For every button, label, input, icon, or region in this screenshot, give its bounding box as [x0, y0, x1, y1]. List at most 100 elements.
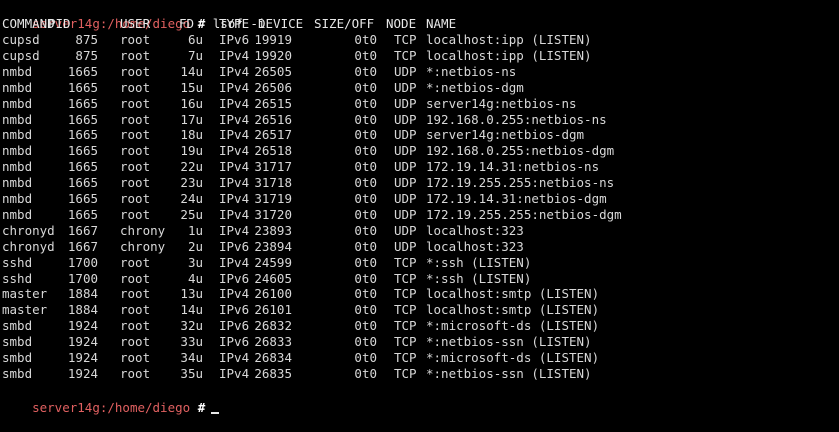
- cell-fd: 25u: [180, 206, 203, 222]
- cell-user: root: [120, 206, 151, 222]
- cell-user: root: [120, 95, 151, 111]
- cell-fd: 14u: [180, 302, 203, 318]
- cell-user: root: [120, 365, 151, 381]
- cell-type: IPv6: [219, 270, 250, 286]
- header-fd: FD: [179, 16, 195, 31]
- cell-type: IPv4: [219, 350, 250, 365]
- cell-pid: 1924: [67, 350, 98, 365]
- cell-device: 26835: [254, 365, 292, 381]
- cell-pid: 1700: [67, 270, 98, 286]
- cell-name: localhost:ipp (LISTEN): [426, 32, 592, 47]
- cell-size-off: 0t0: [354, 318, 377, 334]
- cell-user: root: [120, 318, 151, 334]
- cell-node: TCP: [394, 32, 417, 47]
- cell-type: IPv4: [219, 222, 250, 238]
- cell-device: 31718: [254, 175, 292, 191]
- cell-command: smbd: [2, 318, 33, 334]
- cell-type: IPv4: [219, 254, 250, 270]
- cell-type: IPv6: [219, 318, 250, 334]
- cell-pid: 1665: [67, 191, 98, 206]
- cell-fd: 17u: [180, 111, 203, 127]
- cell-type: IPv6: [219, 32, 250, 47]
- cell-pid: 1924: [67, 334, 98, 350]
- cell-name: 172.19.14.31:netbios-dgm: [426, 191, 607, 206]
- cell-fd: 13u: [180, 286, 203, 302]
- cell-size-off: 0t0: [354, 111, 377, 127]
- cell-node: TCP: [394, 350, 417, 365]
- cell-type: IPv4: [219, 206, 250, 222]
- cell-size-off: 0t0: [354, 63, 377, 79]
- cell-node: UDP: [394, 159, 417, 175]
- cell-command: sshd: [2, 270, 33, 286]
- cell-node: UDP: [394, 143, 417, 159]
- cell-name: *:microsoft-ds (LISTEN): [426, 318, 600, 334]
- cell-size-off: 0t0: [354, 222, 377, 238]
- cell-node: TCP: [394, 365, 417, 381]
- cell-device: 26518: [254, 143, 292, 159]
- cell-command: sshd: [2, 254, 33, 270]
- cell-user: root: [120, 127, 151, 143]
- cell-node: UDP: [394, 79, 417, 95]
- cell-fd: 16u: [180, 95, 203, 111]
- prompt-symbol: #: [197, 16, 206, 31]
- cell-command: nmbd: [2, 175, 33, 191]
- cell-type: IPv4: [219, 175, 250, 191]
- cell-fd: 32u: [180, 318, 203, 334]
- cell-node: UDP: [394, 206, 417, 222]
- cell-command: nmbd: [2, 111, 33, 127]
- cell-device: 26506: [254, 79, 292, 95]
- cell-device: 26832: [254, 318, 292, 334]
- cell-name: server14g:netbios-dgm: [426, 127, 585, 143]
- cell-fd: 34u: [180, 350, 203, 365]
- cell-size-off: 0t0: [354, 365, 377, 381]
- cell-fd: 6u: [187, 32, 203, 47]
- cell-command: nmbd: [2, 127, 33, 143]
- cell-size-off: 0t0: [354, 191, 377, 206]
- cell-node: UDP: [394, 95, 417, 111]
- cell-type: IPv4: [219, 143, 250, 159]
- cell-node: TCP: [394, 254, 417, 270]
- cell-command: cupsd: [2, 47, 40, 63]
- cell-size-off: 0t0: [354, 238, 377, 254]
- cell-node: TCP: [394, 318, 417, 334]
- cell-command: nmbd: [2, 143, 33, 159]
- cell-device: 26516: [254, 111, 292, 127]
- terminal-window[interactable]: server14g:/home/diego # lsof -i COMMAND P…: [2, 0, 837, 415]
- cell-pid: 1665: [67, 127, 98, 143]
- cell-fd: 22u: [180, 159, 203, 175]
- header-pid: PID: [48, 16, 71, 31]
- cell-pid: 1665: [67, 206, 98, 222]
- cell-node: TCP: [394, 47, 417, 63]
- cell-fd: 4u: [187, 270, 203, 286]
- cell-node: UDP: [394, 127, 417, 143]
- cell-device: 24605: [254, 270, 292, 286]
- cell-user: chrony: [120, 238, 166, 254]
- cell-name: *:netbios-ssn (LISTEN): [426, 334, 592, 350]
- cell-device: 24599: [254, 254, 292, 270]
- cell-size-off: 0t0: [354, 127, 377, 143]
- cell-name: localhost:smtp (LISTEN): [426, 286, 600, 302]
- cell-size-off: 0t0: [354, 254, 377, 270]
- cell-node: UDP: [394, 111, 417, 127]
- cell-fd: 35u: [180, 365, 203, 381]
- cell-device: 26505: [254, 63, 292, 79]
- final-prompt-line[interactable]: server14g:/home/diego #: [2, 384, 220, 415]
- cell-node: TCP: [394, 286, 417, 302]
- cell-type: IPv4: [219, 79, 250, 95]
- cell-pid: 875: [75, 47, 98, 63]
- header-name: NAME: [426, 16, 457, 31]
- cell-fd: 23u: [180, 175, 203, 191]
- cell-size-off: 0t0: [354, 159, 377, 175]
- cell-command: nmbd: [2, 63, 33, 79]
- cell-command: nmbd: [2, 206, 33, 222]
- cell-command: master: [2, 286, 48, 302]
- cell-user: chrony: [120, 222, 166, 238]
- cell-device: 26515: [254, 95, 292, 111]
- cell-user: root: [120, 350, 151, 365]
- cell-pid: 1665: [67, 111, 98, 127]
- cell-type: IPv6: [219, 334, 250, 350]
- cell-user: root: [120, 111, 151, 127]
- cell-size-off: 0t0: [354, 206, 377, 222]
- cell-fd: 15u: [180, 79, 203, 95]
- cell-name: *:netbios-ssn (LISTEN): [426, 365, 592, 381]
